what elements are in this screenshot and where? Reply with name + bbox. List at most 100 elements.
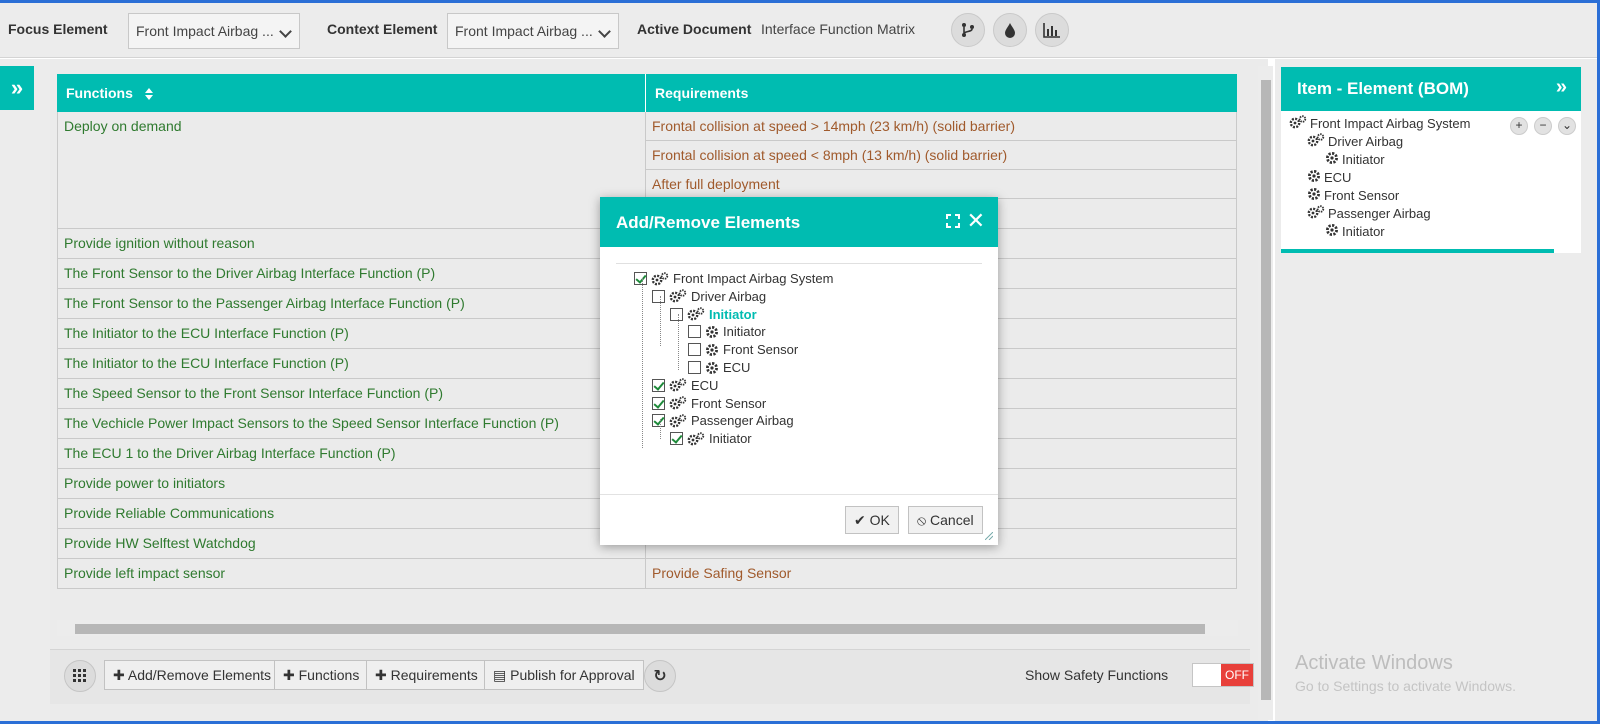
dialog-title: Add/Remove Elements: [616, 213, 801, 232]
refresh-icon: ↻: [653, 668, 667, 685]
collapse-panel-icon[interactable]: »: [1556, 76, 1567, 99]
function-cell[interactable]: The Vechicle Power Impact Sensors to the…: [58, 409, 646, 438]
function-cell[interactable]: The Initiator to the ECU Interface Funct…: [58, 349, 646, 378]
grid-icon: [73, 669, 86, 682]
requirement-item[interactable]: Frontal collision at speed > 14mph (23 k…: [646, 112, 1236, 141]
element-checkbox[interactable]: [652, 289, 665, 303]
activate-windows-title: Activate Windows: [1295, 652, 1453, 674]
function-cell[interactable]: The Speed Sensor to the Front Sensor Int…: [58, 379, 646, 408]
element-tree-node[interactable]: ECU: [652, 378, 718, 393]
sort-icon[interactable]: [144, 88, 153, 101]
function-cell[interactable]: The Front Sensor to the Driver Airbag In…: [58, 259, 646, 288]
element-tree-node[interactable]: Initiator: [688, 324, 766, 339]
ok-button-label: OK: [869, 512, 890, 528]
functions-column-header[interactable]: Functions: [57, 74, 646, 112]
refresh-button[interactable]: ↻: [644, 660, 676, 692]
tree-options-button[interactable]: ⌄: [1558, 117, 1576, 135]
element-label: Initiator: [709, 306, 757, 322]
bom-tree-node[interactable]: Front Impact Airbag System: [1289, 115, 1470, 132]
function-cell[interactable]: The Initiator to the ECU Interface Funct…: [58, 319, 646, 348]
chart-button[interactable]: [1035, 13, 1069, 47]
element-checkbox[interactable]: [652, 414, 665, 428]
element-label: Initiator: [709, 431, 752, 447]
function-cell[interactable]: Provide left impact sensor: [58, 559, 646, 588]
element-tree-node[interactable]: Passenger Airbag: [652, 413, 794, 428]
element-tree-node[interactable]: Front Impact Airbag System: [634, 271, 833, 286]
drop-button[interactable]: [993, 13, 1027, 47]
functions-button[interactable]: ✚ Functions: [274, 660, 369, 690]
expand-all-button[interactable]: +: [1510, 117, 1528, 135]
requirements-cell: Provide Safing Sensor: [646, 559, 1236, 588]
requirements-column-header[interactable]: Requirements: [646, 74, 1237, 112]
requirements-button[interactable]: ✚ Requirements: [366, 660, 487, 690]
add-remove-elements-button[interactable]: ✚ Add/Remove Elements: [104, 660, 281, 690]
horizontal-scrollbar-thumb[interactable]: [75, 624, 1205, 634]
function-cell[interactable]: Deploy on demand: [58, 112, 646, 228]
cancel-button[interactable]: ⦸ Cancel: [908, 506, 983, 534]
chevron-down-icon: [279, 25, 292, 38]
function-cell[interactable]: Provide ignition without reason: [58, 229, 646, 258]
function-cell[interactable]: The Front Sensor to the Passenger Airbag…: [58, 289, 646, 318]
element-tree-node[interactable]: Front Sensor: [652, 396, 766, 411]
expand-left-panel-button[interactable]: »: [0, 66, 34, 110]
left-panel-strip: [0, 59, 50, 721]
context-element-select[interactable]: Front Impact Airbag ...: [447, 13, 619, 49]
function-cell[interactable]: Provide power to initiators: [58, 469, 646, 498]
collapse-all-button[interactable]: −: [1534, 117, 1552, 135]
table-row[interactable]: Provide left impact sensor Provide Safing…: [58, 558, 1236, 588]
function-cell[interactable]: Provide Reliable Communications: [58, 499, 646, 528]
element-tree-node[interactable]: ECU: [688, 360, 750, 375]
resize-handle-icon[interactable]: [985, 532, 993, 540]
element-checkbox[interactable]: [670, 307, 683, 321]
element-checkbox[interactable]: [688, 343, 701, 357]
horizontal-scrollbar[interactable]: [57, 620, 1238, 636]
element-checkbox[interactable]: [688, 325, 701, 339]
vertical-scrollbar[interactable]: [1258, 66, 1273, 720]
bom-tree-node[interactable]: Initiator: [1325, 223, 1385, 240]
bom-tree-node[interactable]: Driver Airbag: [1307, 133, 1403, 150]
gear-icon: [1307, 169, 1321, 186]
gears-icon: [1289, 115, 1307, 132]
requirement-item[interactable]: After full deployment: [646, 170, 1236, 199]
chevron-down-icon: [598, 25, 611, 38]
element-tree-node[interactable]: Driver Airbag: [652, 289, 766, 304]
safety-functions-toggle[interactable]: OFF: [1192, 663, 1254, 687]
bom-tree-node[interactable]: ECU: [1307, 169, 1351, 186]
add-remove-elements-dialog: Add/Remove Elements ✕ Front Impact Airba…: [600, 197, 998, 545]
add-remove-elements-label: Add/Remove Elements: [127, 667, 272, 683]
requirement-item[interactable]: Provide Safing Sensor: [646, 559, 1236, 588]
close-icon[interactable]: ✕: [967, 208, 985, 234]
bom-tree-label: Front Sensor: [1324, 188, 1400, 203]
chart-icon: [1043, 23, 1060, 38]
element-checkbox[interactable]: [688, 361, 701, 374]
gear-icon: [705, 343, 719, 357]
element-tree-node[interactable]: Initiator: [670, 431, 752, 446]
function-cell[interactable]: Provide HW Selftest Watchdog: [58, 529, 646, 558]
bom-tree-node[interactable]: Passenger Airbag: [1307, 205, 1431, 222]
bom-tree-node[interactable]: Initiator: [1325, 151, 1385, 168]
bom-tree-node[interactable]: Front Sensor: [1307, 187, 1399, 204]
grid-header: Functions Requirements: [57, 74, 1237, 112]
cancel-button-label: Cancel: [930, 512, 974, 528]
element-tree-node[interactable]: Initiator: [670, 307, 757, 322]
bom-tree-label: Initiator: [1342, 224, 1385, 239]
vertical-scrollbar-thumb[interactable]: [1261, 80, 1271, 700]
bom-tree-label: Front Impact Airbag System: [1310, 116, 1471, 131]
element-checkbox[interactable]: [670, 432, 683, 446]
gear-icon: [705, 361, 719, 375]
gear-icon: [1307, 187, 1321, 204]
element-checkbox[interactable]: [634, 272, 647, 285]
element-tree-node[interactable]: Front Sensor: [688, 342, 798, 357]
requirement-item[interactable]: Frontal collision at speed < 8mph (13 km…: [646, 141, 1236, 170]
maximize-icon[interactable]: [946, 214, 960, 228]
element-checkbox[interactable]: [652, 396, 665, 410]
function-cell[interactable]: The ECU 1 to the Driver Airbag Interface…: [58, 439, 646, 468]
requirements-button-label: Requirements: [390, 667, 478, 683]
branch-button[interactable]: [951, 13, 985, 47]
dialog-divider: [600, 494, 998, 495]
focus-element-select[interactable]: Front Impact Airbag ...: [128, 13, 300, 49]
publish-for-approval-button[interactable]: ▤ Publish for Approval: [484, 660, 644, 690]
element-checkbox[interactable]: [652, 378, 665, 392]
ok-button[interactable]: ✔ OK: [845, 506, 899, 534]
grid-menu-button[interactable]: [64, 660, 96, 692]
